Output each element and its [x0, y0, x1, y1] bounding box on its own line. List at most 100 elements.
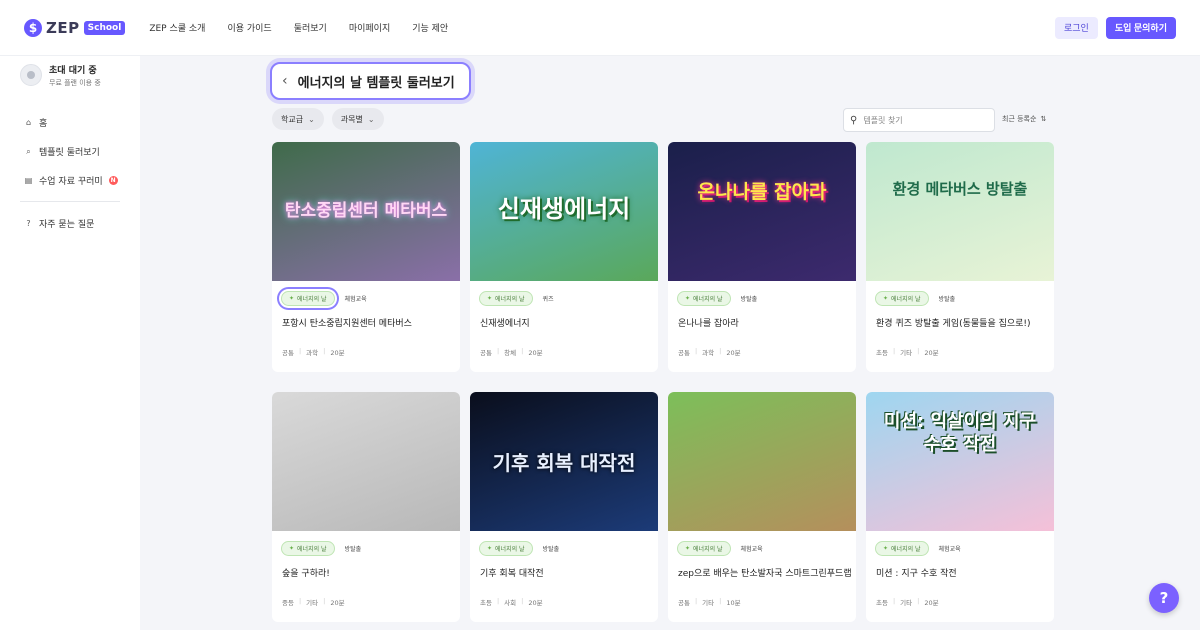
card-title: 포항시 탄소중립지원센터 메타버스	[282, 319, 412, 329]
meta-level: 초등	[876, 349, 888, 357]
sort-dropdown[interactable]: 최근 등록순 ⇅	[1002, 114, 1046, 124]
nav-item-feature-request[interactable]: 기능 제안	[412, 21, 448, 34]
tag-energy-day: ✦ 에너지의 날	[875, 291, 929, 306]
meta-subject: 기타	[900, 349, 913, 357]
meta-level: 초등	[480, 599, 492, 607]
sidebar-item-label: 템플릿 둘러보기	[39, 148, 100, 158]
thumbnail-title: 탄소중립센터 메타버스	[284, 201, 448, 221]
sidebar-item-faq[interactable]: ? 자주 묻는 질문	[10, 209, 130, 238]
nav-item-about[interactable]: ZEP 스쿨 소개	[149, 21, 205, 34]
card-thumbnail: 환경 메타버스 방탈출	[866, 142, 1054, 281]
meta-time: 20분	[528, 599, 543, 607]
sidebar-item-templates[interactable]: ⌕ 템플릿 둘러보기	[10, 137, 130, 166]
filter-subject[interactable]: 과목별 ⌄	[331, 108, 384, 130]
leaf-icon: ✦	[883, 295, 889, 302]
filter-label: 학교급	[281, 114, 304, 124]
tag-type: 방탈출	[938, 296, 956, 303]
logo-badge: School	[83, 20, 126, 35]
template-card[interactable]: 환경 메타버스 방탈출 ✦ 에너지의 날 방탈출 환경 퀴즈 방탈출 게임(동물…	[866, 142, 1054, 372]
card-thumbnail: 신재생에너지	[470, 142, 658, 281]
help-button[interactable]: ?	[1149, 583, 1179, 613]
tag-label: 에너지의 날	[693, 546, 723, 553]
card-meta: 공통 | 과학 | 20분	[282, 347, 345, 357]
filter-school-level[interactable]: 학교급 ⌄	[272, 108, 324, 130]
inquiry-button[interactable]: 도입 문의하기	[1105, 16, 1176, 39]
meta-separator: |	[892, 347, 896, 355]
tag-label: 에너지의 날	[693, 296, 723, 303]
login-button[interactable]: 로그인	[1054, 16, 1098, 39]
meta-separator: |	[521, 597, 524, 605]
leaf-icon: ✦	[685, 295, 691, 302]
page-title: 에너지의 날 템플릿 둘러보기	[297, 75, 455, 91]
search-input[interactable]	[863, 115, 984, 125]
card-title: 온나나를 잡아라	[678, 319, 739, 329]
card-meta: 공통 | 과학 | 20분	[678, 347, 741, 357]
meta-separator: |	[521, 347, 524, 355]
home-icon: ⌂	[25, 118, 32, 127]
page-title-box: ‹ 에너지의 날 템플릿 둘러보기	[270, 62, 471, 100]
search-box: ⚲	[843, 108, 995, 132]
zep-school-logo[interactable]: $ ZEP School	[24, 18, 126, 37]
tag-type: 방탈출	[740, 296, 758, 303]
card-thumbnail	[272, 392, 460, 531]
tag-type: 체험교육	[938, 546, 961, 553]
card-meta: 중등 | 기타 | 20분	[282, 597, 345, 607]
leaf-icon: ✦	[289, 295, 295, 302]
meta-separator: |	[917, 597, 920, 605]
thumbnail-title: 신재생에너지	[497, 195, 631, 223]
meta-level: 공통	[678, 349, 690, 357]
template-card[interactable]: 기후 회복 대작전 ✦ 에너지의 날 방탈출 기후 회복 대작전 초등 | 사회…	[470, 392, 658, 622]
tag-label: 에너지의 날	[297, 296, 327, 303]
template-card[interactable]: ✦ 에너지의 날 체험교육 zep으로 배우는 탄소발자국 스마트그린푸드랩 공…	[668, 392, 856, 622]
profile[interactable]: 초대 대기 중 무료 플랜 이용 중	[10, 58, 130, 92]
chevron-left-icon[interactable]: ‹	[282, 73, 288, 89]
nav-item-mypage[interactable]: 마이페이지	[349, 21, 390, 34]
card-tags: ✦ 에너지의 날 방탈출	[479, 541, 564, 556]
leaf-icon: ✦	[487, 295, 493, 302]
template-card[interactable]: 미션: 익살이의 지구 수호 작전 ✦ 에너지의 날 체험교육 미션 : 지구 …	[866, 392, 1054, 622]
leaf-icon: ✦	[883, 545, 889, 552]
tag-energy-day: ✦ 에너지의 날	[281, 291, 335, 306]
tag-label: 에너지의 날	[891, 546, 921, 553]
tag-energy-day: ✦ 에너지의 날	[677, 541, 731, 556]
template-card[interactable]: 탄소중립센터 메타버스 ✦ 에너지의 날 체험교육 포항시 탄소중립지원센터 메…	[272, 142, 460, 372]
card-meta: 초등 | 기타 | 20분	[876, 347, 939, 357]
profile-plan: 무료 플랜 이용 중	[49, 78, 101, 87]
meta-separator: |	[323, 347, 326, 355]
tag-energy-day: ✦ 에너지의 날	[479, 291, 533, 306]
sidebar-item-label: 홈	[39, 119, 48, 129]
sidebar-item-materials[interactable]: ▤ 수업 자료 꾸러미 N	[10, 166, 130, 195]
meta-level: 공통	[678, 599, 690, 607]
card-tags: ✦ 에너지의 날 방탈출	[875, 291, 960, 306]
nav-item-guide[interactable]: 이용 가이드	[227, 21, 271, 34]
sidebar: 초대 대기 중 무료 플랜 이용 중 ⌂ 홈 ⌕ 템플릿 둘러보기 ▤ 수업 자…	[0, 56, 140, 630]
card-tags: ✦ 에너지의 날 방탈출	[281, 541, 366, 556]
meta-level: 초등	[876, 599, 888, 607]
meta-separator: |	[719, 597, 722, 605]
avatar	[20, 64, 42, 86]
meta-separator: |	[496, 347, 500, 355]
sidebar-item-home[interactable]: ⌂ 홈	[10, 108, 130, 137]
logo-text: ZEP	[46, 18, 80, 37]
card-tags: ✦ 에너지의 날 체험교육	[875, 541, 966, 556]
nav-item-browse[interactable]: 둘러보기	[294, 21, 327, 34]
meta-subject: 사회	[504, 599, 517, 607]
template-card[interactable]: 신재생에너지 ✦ 에너지의 날 퀴즈 신재생에너지 공통 | 창체 | 20분	[470, 142, 658, 372]
tag-type: 체험교육	[740, 546, 763, 553]
tag-energy-day: ✦ 에너지의 날	[479, 541, 533, 556]
leaf-icon: ✦	[487, 545, 493, 552]
meta-time: 20분	[528, 349, 543, 357]
template-card[interactable]: ✦ 에너지의 날 방탈출 숲을 구하라! 중등 | 기타 | 20분	[272, 392, 460, 622]
meta-time: 20분	[924, 349, 939, 357]
tag-energy-day: ✦ 에너지의 날	[281, 541, 335, 556]
filter-bar: 학교급 ⌄ 과목별 ⌄	[272, 108, 384, 130]
meta-time: 20분	[330, 599, 345, 607]
meta-separator: |	[917, 347, 920, 355]
question-icon: ?	[26, 219, 31, 228]
meta-separator: |	[298, 597, 302, 605]
chevron-down-icon: ⌄	[367, 114, 375, 124]
card-tags: ✦ 에너지의 날 체험교육	[281, 291, 372, 306]
template-card[interactable]: 온나나를 잡아라 ✦ 에너지의 날 방탈출 온나나를 잡아라 공통 | 과학 |…	[668, 142, 856, 372]
card-tags: ✦ 에너지의 날 퀴즈	[479, 291, 559, 306]
meta-separator: |	[892, 597, 896, 605]
